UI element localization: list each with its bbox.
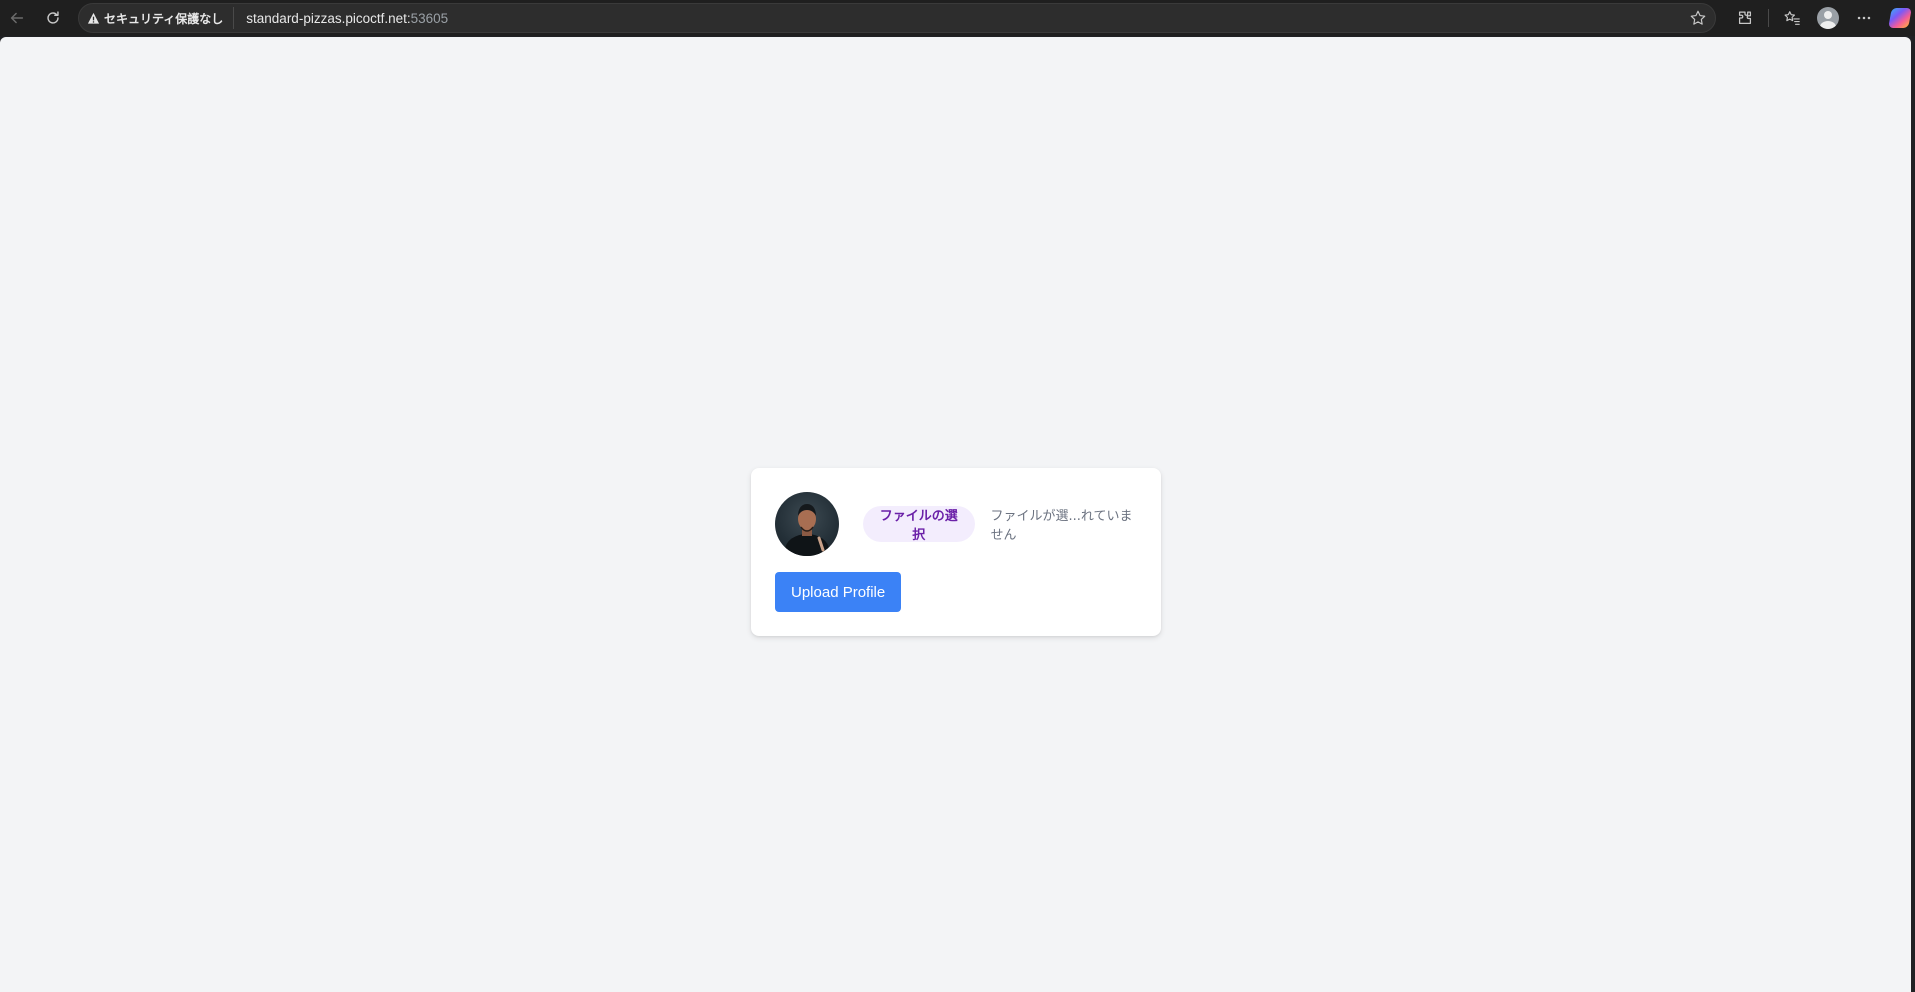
toolbar-divider <box>1768 9 1769 27</box>
warning-icon <box>87 12 100 24</box>
back-icon[interactable] <box>2 3 32 33</box>
upload-profile-button[interactable]: Upload Profile <box>775 572 902 612</box>
security-label: セキュリティ保護なし <box>104 11 224 26</box>
page-viewport: ファイルの選択 ファイルが選...れていません Upload Profile <box>0 37 1911 992</box>
choose-file-button[interactable]: ファイルの選択 <box>863 506 975 542</box>
upload-card: ファイルの選択 ファイルが選...れていません Upload Profile <box>751 468 1161 636</box>
security-indicator[interactable]: セキュリティ保護なし <box>87 7 235 29</box>
url-text: standard-pizzas.picoctf.net:53605 <box>246 11 448 26</box>
file-status-text: ファイルが選...れていません <box>990 509 1133 543</box>
favorite-star-icon[interactable] <box>1689 9 1707 31</box>
browser-toolbar: セキュリティ保護なし standard-pizzas.picoctf.net:5… <box>0 0 1915 36</box>
reload-icon[interactable] <box>38 3 68 33</box>
profile-icon[interactable] <box>1813 3 1843 33</box>
extensions-icon[interactable] <box>1730 3 1760 33</box>
file-row: ファイルの選択 ファイルが選...れていません <box>775 492 1137 556</box>
favorites-icon[interactable] <box>1777 3 1807 33</box>
url-host: standard-pizzas.picoctf.net: <box>246 10 411 26</box>
address-bar[interactable]: セキュリティ保護なし standard-pizzas.picoctf.net:5… <box>78 3 1716 33</box>
profile-photo <box>775 492 839 556</box>
toolbar-actions <box>1730 3 1915 33</box>
more-options-icon[interactable] <box>1849 3 1879 33</box>
copilot-icon[interactable] <box>1885 3 1915 33</box>
url-port: 53605 <box>410 10 449 26</box>
